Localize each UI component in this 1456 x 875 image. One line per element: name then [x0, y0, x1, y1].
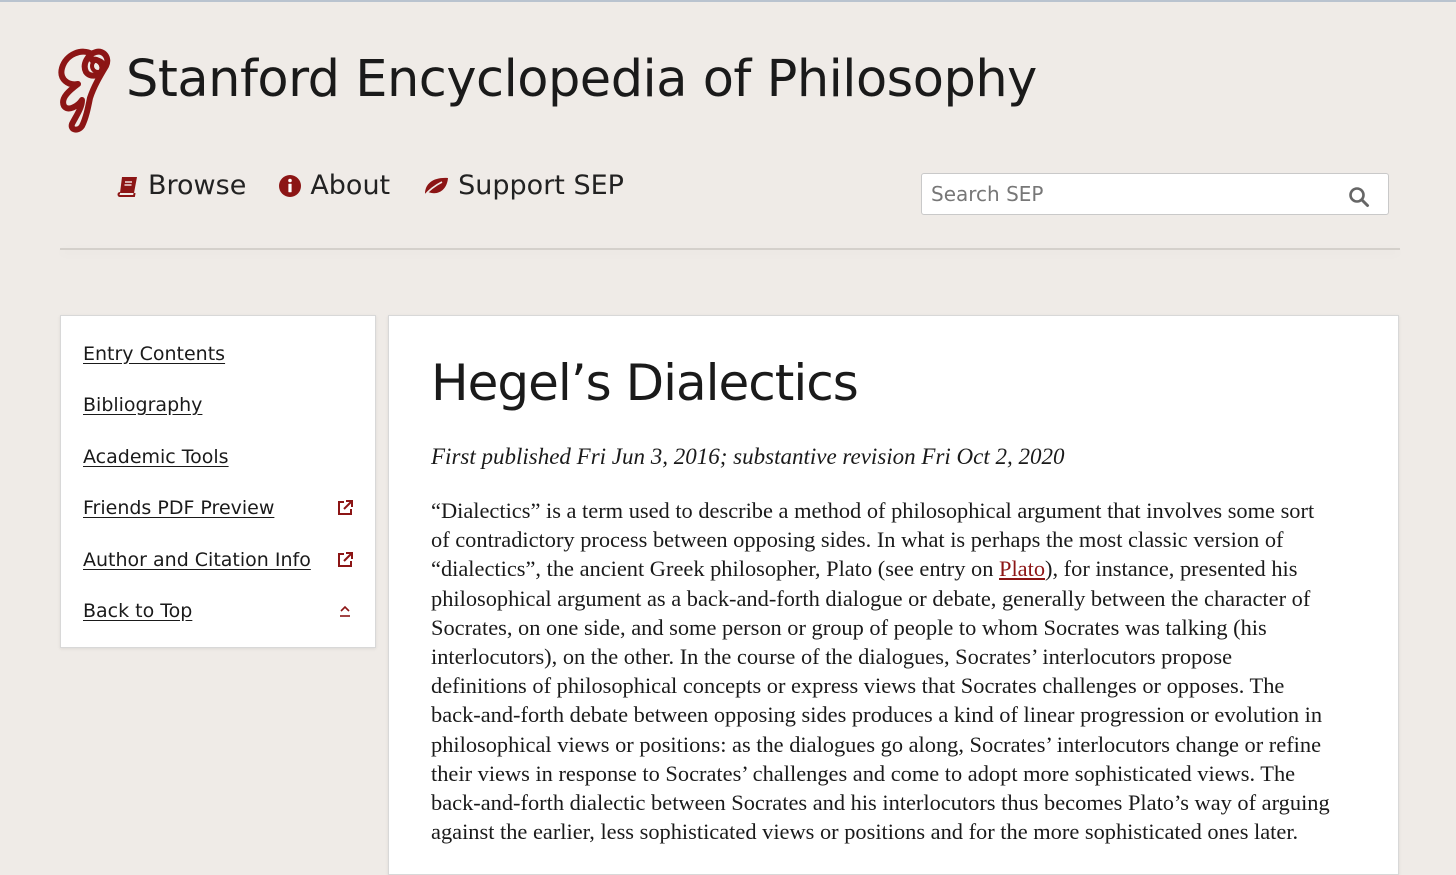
- info-circle-icon: [279, 174, 302, 197]
- sidebar-link-entry-contents[interactable]: Entry Contents: [83, 343, 225, 365]
- paragraph-line: philosophical views or positions: as the…: [431, 731, 1322, 757]
- nav-browse-label: Browse: [148, 170, 247, 201]
- external-link-icon[interactable]: [335, 550, 355, 570]
- sidebar-link-bibliography[interactable]: Bibliography: [83, 394, 202, 416]
- paragraph-line: back-and-forth debate between opposing s…: [431, 702, 1323, 728]
- search-icon[interactable]: [1348, 186, 1370, 208]
- sidebar-link-academic-tools[interactable]: Academic Tools: [83, 446, 229, 468]
- paragraph-line: definitions of philosophical concepts or…: [431, 673, 1285, 699]
- sidebar-link-author-citation[interactable]: Author and Citation Info: [83, 549, 311, 571]
- paragraph-line: back-and-forth dialectic between Socrate…: [431, 790, 1330, 816]
- sidebar-item-bibliography: Bibliography: [83, 390, 355, 420]
- entry-title: Hegel’s Dialectics: [431, 354, 859, 412]
- leaf-icon: [423, 177, 449, 197]
- book-icon: [117, 176, 137, 197]
- chevron-up-icon[interactable]: [335, 601, 355, 621]
- paragraph-line: Socrates, on one side, and some person o…: [431, 614, 1267, 640]
- main-nav: Browse About Support SEP: [116, 170, 624, 201]
- article-paragraph: “Dialectics” is a term used to describe …: [431, 496, 1371, 846]
- site-title[interactable]: Stanford Encyclopedia of Philosophy: [126, 50, 1037, 109]
- header-divider: [60, 248, 1400, 250]
- nav-browse[interactable]: Browse: [116, 170, 246, 201]
- sidebar-item-author-citation: Author and Citation Info: [83, 545, 355, 575]
- paragraph-line: “Dialectics” is a term used to describe …: [431, 498, 1315, 523]
- sidebar-item-academic-tools: Academic Tools: [83, 442, 355, 472]
- external-link-icon[interactable]: [335, 498, 355, 518]
- sidebar-item-back-to-top: Back to Top: [83, 596, 355, 626]
- entry-sidebar: Entry Contents Bibliography Academic Too…: [60, 315, 376, 648]
- sep-logo-icon[interactable]: [52, 46, 116, 134]
- paragraph-text: ), for instance, presented his: [1045, 556, 1298, 582]
- publication-info: First published Fri Jun 3, 2016; substan…: [431, 444, 1065, 469]
- paragraph-line: their views in response to Socrates’ cha…: [431, 760, 1296, 786]
- nav-about[interactable]: About: [278, 170, 390, 201]
- sidebar-link-friends-pdf[interactable]: Friends PDF Preview: [83, 497, 274, 519]
- search-input[interactable]: [922, 174, 1332, 214]
- nav-support-label: Support SEP: [458, 170, 624, 201]
- plato-entry-link[interactable]: Plato: [999, 556, 1045, 581]
- top-border: [0, 0, 1456, 2]
- nav-support-sep[interactable]: Support SEP: [422, 170, 624, 201]
- sidebar-item-entry-contents: Entry Contents: [83, 339, 355, 369]
- sidebar-link-back-to-top[interactable]: Back to Top: [83, 600, 192, 622]
- paragraph-line: interlocutors), on the other. In the cou…: [431, 644, 1233, 670]
- article-panel: Hegel’s Dialectics First published Fri J…: [388, 315, 1399, 875]
- search-box: [921, 173, 1389, 215]
- paragraph-line: philosophical argument as a back-and-for…: [431, 585, 1311, 611]
- paragraph-line: of contradictory process between opposin…: [431, 527, 1284, 553]
- paragraph-text: “dialectics”, the ancient Greek philosop…: [431, 556, 999, 582]
- paragraph-line: “dialectics”, the ancient Greek philosop…: [431, 554, 1371, 583]
- sidebar-item-friends-pdf: Friends PDF Preview: [83, 493, 355, 523]
- nav-about-label: About: [310, 170, 391, 201]
- paragraph-line: against the earlier, less sophisticated …: [431, 819, 1299, 845]
